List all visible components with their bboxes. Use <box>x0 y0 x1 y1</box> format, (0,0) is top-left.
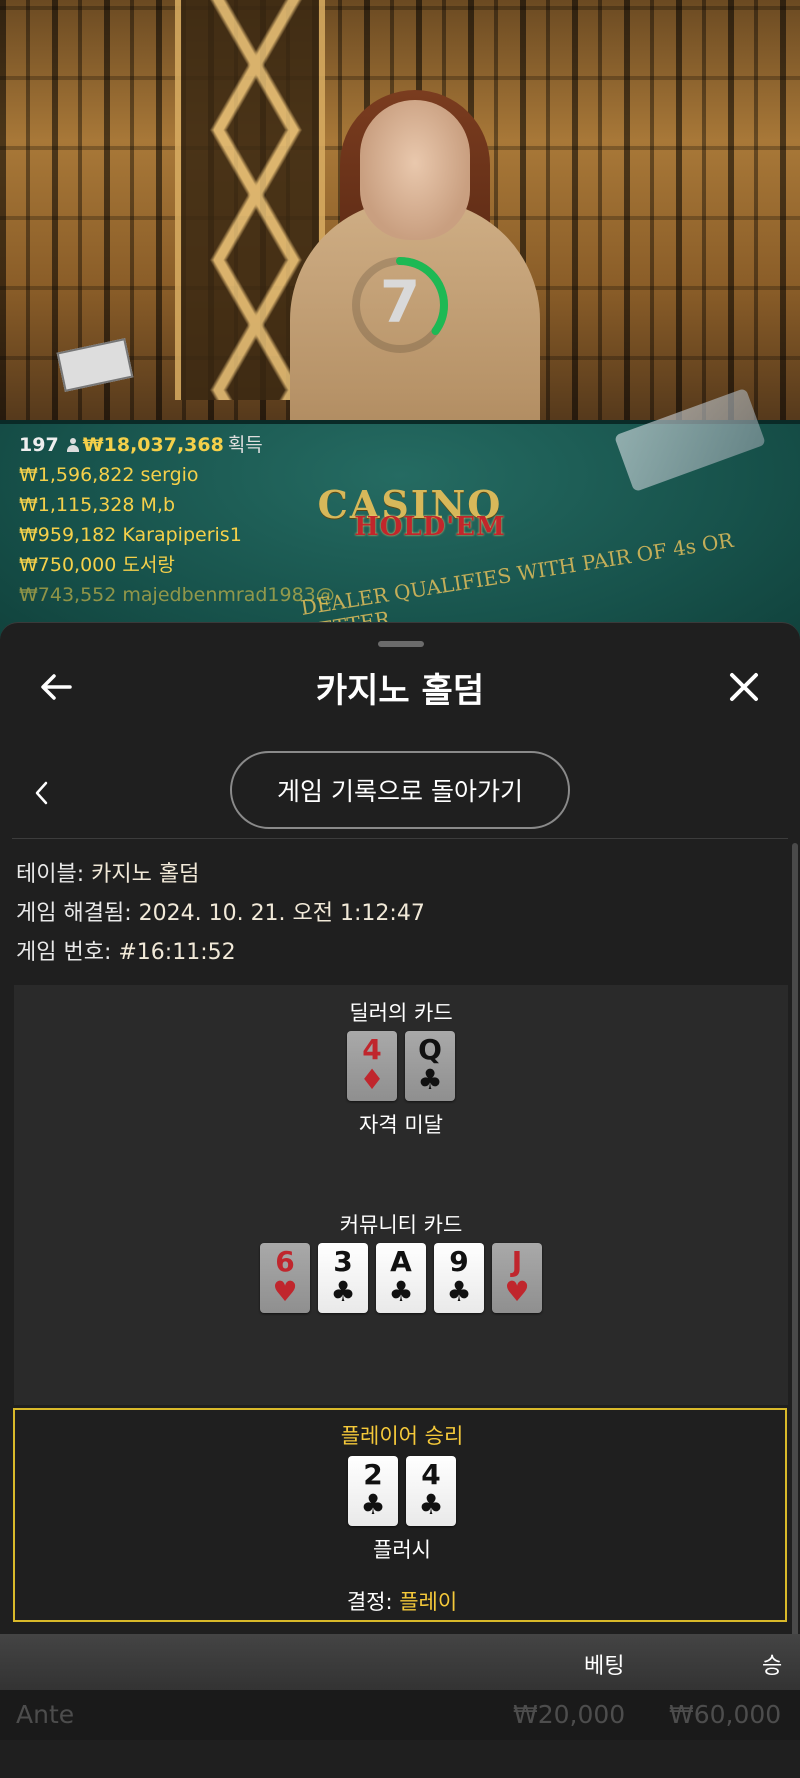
bet-column-header: 베팅 <box>584 1654 625 1679</box>
countdown-number: 7 <box>379 268 421 336</box>
dealer-cards: 4 ♦ Q ♣ <box>14 1031 788 1101</box>
bet-name: Ante <box>16 1700 75 1729</box>
bet-amount: ₩20,000 <box>513 1700 626 1729</box>
player-win-title: 플레이어 승리 <box>340 1424 464 1448</box>
heart-icon: ♥ <box>504 1275 530 1308</box>
table-value: 카지노 홀덤 <box>91 862 200 887</box>
diamond-icon: ♦ <box>359 1063 385 1096</box>
player-count: 197 <box>19 434 59 456</box>
playing-card: J ♥ <box>492 1243 542 1313</box>
club-icon: ♣ <box>418 1488 444 1521</box>
card-rank: 4 <box>421 1458 441 1491</box>
dealer-hand-result: 자격 미달 <box>359 1113 443 1137</box>
leaderboard-row: ₩750,000 도서랑 <box>19 554 175 576</box>
leaderboard-row: ₩1,115,328 M,b <box>19 494 176 516</box>
leaderboard-summary: 197 ₩18,037,368 획득 <box>19 430 335 460</box>
card-rank: 2 <box>363 1458 383 1491</box>
card-rank: 4 <box>362 1033 382 1066</box>
resolved-label: 게임 해결됨: <box>16 901 132 926</box>
decision-value: 플레이 <box>399 1590 458 1614</box>
player-hand-result: 플러시 <box>373 1538 431 1562</box>
sheet-title: 카지노 홀덤 <box>315 671 485 711</box>
game-number-label: 게임 번호: <box>16 940 112 965</box>
table-info-row: 테이블: 카지노 홀덤 <box>16 855 425 894</box>
leaderboard-row: ₩743,552 majedbenmrad1983@ <box>19 584 335 606</box>
decision-label: 결정: <box>346 1590 393 1614</box>
bets-table-header: 베팅 승 <box>0 1634 800 1690</box>
card-rank: 3 <box>333 1245 353 1278</box>
player-result-box: 플레이어 승리 2 ♣ 4 ♣ 플러시 결정: 플레이 <box>13 1408 787 1622</box>
chevron-left-icon[interactable] <box>28 773 56 813</box>
decision-row: 결정: 플레이 <box>15 1586 789 1616</box>
table-row: Ante ₩20,000 ₩60,000 <box>0 1690 800 1740</box>
player-cards: 2 ♣ 4 ♣ <box>15 1456 789 1526</box>
community-cards-title: 커뮤니티 카드 <box>339 1213 463 1237</box>
card-box <box>56 338 134 392</box>
back-to-history-button[interactable]: 게임 기록으로 돌아가기 <box>230 751 570 829</box>
club-icon: ♣ <box>446 1275 472 1308</box>
sheet-drag-handle[interactable] <box>378 641 424 647</box>
game-number-value: #16:11:52 <box>118 940 236 965</box>
won-label: 획득 <box>227 434 263 456</box>
winners-leaderboard: 197 ₩18,037,368 획득 ₩1,596,822 sergio ₩1,… <box>19 430 335 610</box>
playing-card: 3 ♣ <box>318 1243 368 1313</box>
playing-card: A ♣ <box>376 1243 426 1313</box>
win-column-header: 승 <box>762 1654 783 1679</box>
playing-card: 6 ♥ <box>260 1243 310 1313</box>
leaderboard-row: ₩959,182 Karapiperis1 <box>19 524 242 546</box>
club-icon: ♣ <box>388 1275 414 1308</box>
table-label: 테이블: <box>16 862 85 887</box>
resolved-info-row: 게임 해결됨: 2024. 10. 21. 오전 1:12:47 <box>16 894 425 933</box>
cards-panel: 딜러의 카드 4 ♦ Q ♣ 자격 미달 커뮤니티 카드 6 ♥ 3 ♣ A ♣… <box>14 985 788 1405</box>
leaderboard-row: ₩1,596,822 sergio <box>19 464 199 486</box>
win-amount: ₩60,000 <box>669 1700 782 1729</box>
game-info: 테이블: 카지노 홀덤 게임 해결됨: 2024. 10. 21. 오전 1:1… <box>16 855 425 972</box>
card-rank: 9 <box>449 1245 469 1278</box>
club-icon: ♣ <box>360 1488 386 1521</box>
club-icon: ♣ <box>330 1275 356 1308</box>
community-cards: 6 ♥ 3 ♣ A ♣ 9 ♣ J ♥ <box>14 1243 788 1313</box>
scrollbar[interactable] <box>792 843 798 1643</box>
playing-card: Q ♣ <box>405 1031 455 1101</box>
resolved-value: 2024. 10. 21. 오전 1:12:47 <box>138 901 425 926</box>
playing-card: 4 ♣ <box>406 1456 456 1526</box>
dealer-cards-title: 딜러의 카드 <box>349 1001 453 1025</box>
close-icon[interactable] <box>722 665 766 709</box>
club-icon: ♣ <box>417 1063 443 1096</box>
total-won: ₩18,037,368 <box>82 434 224 456</box>
playing-card: 9 ♣ <box>434 1243 484 1313</box>
person-icon <box>66 438 79 452</box>
card-rank: Q <box>418 1033 442 1066</box>
card-rank: J <box>511 1245 523 1278</box>
playing-card: 4 ♦ <box>347 1031 397 1101</box>
divider <box>12 838 788 839</box>
card-rank: 6 <box>275 1245 295 1278</box>
card-rank: A <box>390 1245 412 1278</box>
dealer-head <box>360 100 470 240</box>
playing-card: 2 ♣ <box>348 1456 398 1526</box>
heart-icon: ♥ <box>272 1275 298 1308</box>
game-number-row: 게임 번호: #16:11:52 <box>16 933 425 972</box>
